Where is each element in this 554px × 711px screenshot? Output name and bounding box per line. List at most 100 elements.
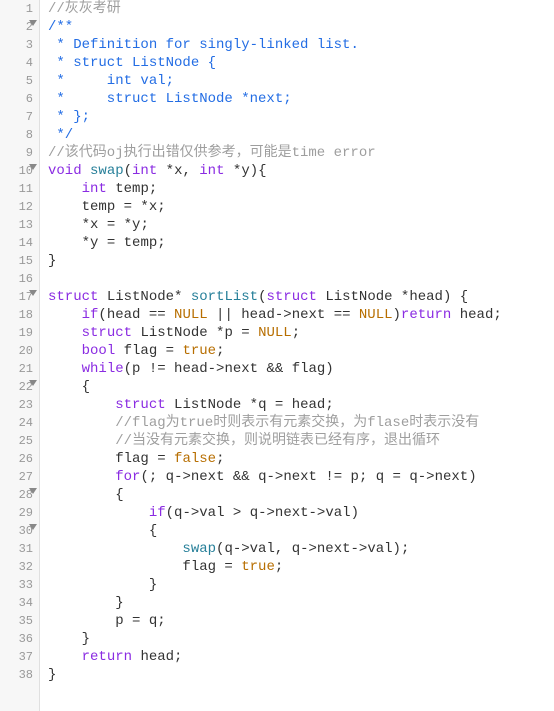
- line-number: 16: [0, 270, 33, 288]
- token-type: struct: [266, 289, 316, 305]
- token-plain: [48, 343, 82, 359]
- token-plain: [48, 199, 82, 215]
- token-const: NULL: [359, 307, 393, 323]
- token-plain: =: [216, 559, 241, 575]
- code-line[interactable]: }: [48, 666, 554, 684]
- code-line[interactable]: }: [48, 252, 554, 270]
- code-line[interactable]: }: [48, 576, 554, 594]
- token-doc: * struct ListNode *next;: [48, 91, 292, 107]
- token-plain: *: [208, 325, 225, 341]
- code-line[interactable]: {: [48, 378, 554, 396]
- token-plain: ;: [157, 235, 165, 251]
- code-line[interactable]: *y = temp;: [48, 234, 554, 252]
- code-line[interactable]: while(p != head->next && flag): [48, 360, 554, 378]
- code-line[interactable]: struct ListNode *q = head;: [48, 396, 554, 414]
- token-ident: flag: [115, 451, 149, 467]
- fold-toggle-icon[interactable]: [29, 20, 37, 26]
- token-ident: p: [351, 469, 359, 485]
- line-number: 29: [0, 504, 33, 522]
- token-ident: head: [409, 289, 443, 305]
- fold-toggle-icon[interactable]: [29, 164, 37, 170]
- token-ident: next: [224, 361, 258, 377]
- token-const: false: [174, 451, 216, 467]
- line-number: 2: [0, 18, 33, 36]
- code-line[interactable]: //当没有元素交换，则说明链表已经有序，退出循环: [48, 432, 554, 450]
- token-ident: temp: [115, 181, 149, 197]
- token-plain: }: [48, 577, 157, 593]
- token-plain: &&: [224, 469, 258, 485]
- code-line[interactable]: if(head == NULL || head->next == NULL)re…: [48, 306, 554, 324]
- code-editor[interactable]: 1234567891011121314151617181920212223242…: [0, 0, 554, 711]
- token-plain: ;: [216, 343, 224, 359]
- token-ident: next: [435, 469, 469, 485]
- code-line[interactable]: [48, 270, 554, 288]
- token-ident: val: [250, 541, 275, 557]
- token-type: struct: [115, 397, 165, 413]
- line-number: 34: [0, 594, 33, 612]
- fold-toggle-icon[interactable]: [29, 488, 37, 494]
- code-line[interactable]: flag = false;: [48, 450, 554, 468]
- code-line[interactable]: swap(q->val, q->next->val);: [48, 540, 554, 558]
- code-line[interactable]: int temp;: [48, 180, 554, 198]
- token-plain: ;: [140, 217, 148, 233]
- code-line[interactable]: * int val;: [48, 72, 554, 90]
- token-plain: *: [241, 397, 258, 413]
- token-plain: ){: [250, 163, 267, 179]
- code-line[interactable]: flag = true;: [48, 558, 554, 576]
- code-line[interactable]: //flag为true时则表示有元素交换，为flase时表示没有: [48, 414, 554, 432]
- token-ident: y: [241, 163, 249, 179]
- token-plain: ==: [140, 307, 174, 323]
- token-ident: next: [292, 307, 326, 323]
- code-line[interactable]: if(q->val > q->next->val): [48, 504, 554, 522]
- code-line[interactable]: temp = *x;: [48, 198, 554, 216]
- token-plain: [48, 361, 82, 377]
- code-line[interactable]: * Definition for singly-linked list.: [48, 36, 554, 54]
- code-line[interactable]: void swap(int *x, int *y){: [48, 162, 554, 180]
- code-line[interactable]: }: [48, 594, 554, 612]
- token-plain: ->: [182, 505, 199, 521]
- token-ident: q: [224, 541, 232, 557]
- token-plain: =: [98, 235, 123, 251]
- token-plain: }: [48, 253, 56, 269]
- line-number: 3: [0, 36, 33, 54]
- token-doc: /**: [48, 19, 73, 35]
- code-line[interactable]: */: [48, 126, 554, 144]
- token-doc: */: [48, 127, 73, 143]
- fold-toggle-icon[interactable]: [29, 380, 37, 386]
- code-line[interactable]: }: [48, 630, 554, 648]
- code-area[interactable]: //灰灰考研/** * Definition for singly-linked…: [40, 0, 554, 711]
- token-plain: ;: [325, 397, 333, 413]
- token-plain: (: [124, 163, 132, 179]
- fold-toggle-icon[interactable]: [29, 290, 37, 296]
- code-line[interactable]: * struct ListNode *next;: [48, 90, 554, 108]
- token-ident: ListNode: [174, 397, 241, 413]
- code-line[interactable]: return head;: [48, 648, 554, 666]
- token-const: NULL: [258, 325, 292, 341]
- token-const: true: [241, 559, 275, 575]
- code-line[interactable]: *x = *y;: [48, 216, 554, 234]
- code-line[interactable]: * };: [48, 108, 554, 126]
- code-line[interactable]: for(; q->next && q->next != p; q = q->ne…: [48, 468, 554, 486]
- fold-toggle-icon[interactable]: [29, 524, 37, 530]
- token-keyword: if: [82, 307, 99, 323]
- token-ident: val: [367, 541, 392, 557]
- line-number: 19: [0, 324, 33, 342]
- code-line[interactable]: bool flag = true;: [48, 342, 554, 360]
- token-keyword: return: [82, 649, 132, 665]
- token-plain: ,: [275, 541, 292, 557]
- code-line[interactable]: /**: [48, 18, 554, 36]
- line-number: 20: [0, 342, 33, 360]
- token-ident: x: [149, 199, 157, 215]
- token-comment: //该代码oj执行出错仅供参考，可能是time error: [48, 145, 376, 161]
- token-plain: ;: [157, 199, 165, 215]
- code-line[interactable]: * struct ListNode {: [48, 54, 554, 72]
- code-line[interactable]: {: [48, 522, 554, 540]
- code-line[interactable]: //灰灰考研: [48, 0, 554, 18]
- code-line[interactable]: //该代码oj执行出错仅供参考，可能是time error: [48, 144, 554, 162]
- code-line[interactable]: {: [48, 486, 554, 504]
- token-plain: [48, 325, 82, 341]
- code-line[interactable]: struct ListNode *p = NULL;: [48, 324, 554, 342]
- code-line[interactable]: struct ListNode* sortList(struct ListNod…: [48, 288, 554, 306]
- token-type: int: [82, 181, 107, 197]
- code-line[interactable]: p = q;: [48, 612, 554, 630]
